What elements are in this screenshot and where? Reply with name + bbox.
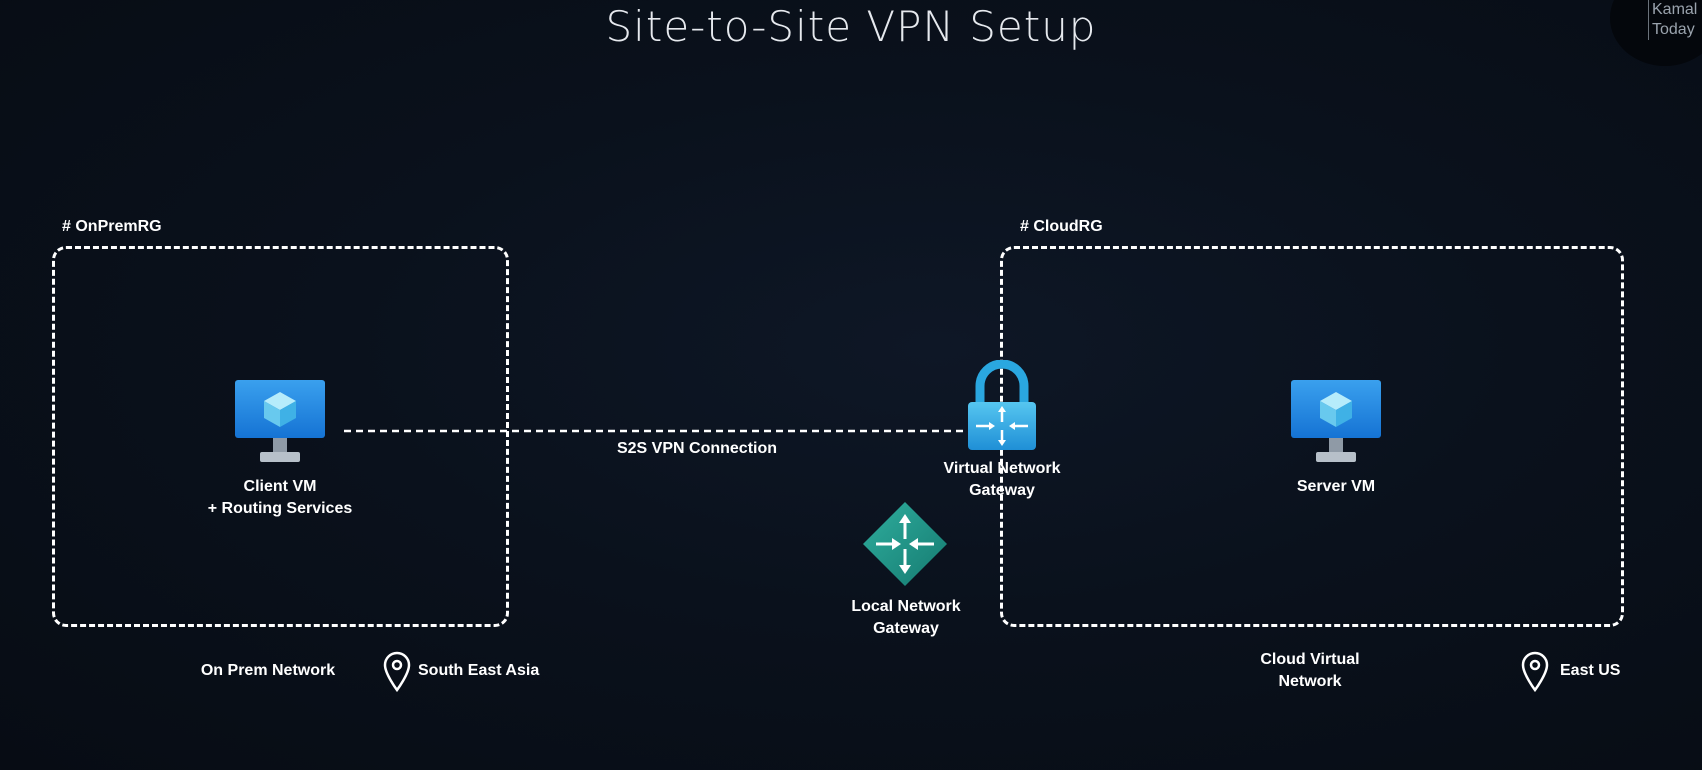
cloud-network-caption: Cloud Virtual Network xyxy=(1230,649,1390,693)
client-vm-icon xyxy=(235,380,325,462)
onprem-location-label: South East Asia xyxy=(418,662,540,679)
server-vm-icon xyxy=(1291,380,1381,462)
cloud-network-line2: Network xyxy=(1278,673,1342,690)
client-vm-sublabel: + Routing Services xyxy=(207,500,353,517)
vng-label-line2: Gateway xyxy=(969,482,1035,499)
cloud-network-line1: Cloud Virtual xyxy=(1260,651,1360,668)
lng-caption: Local Network Gateway xyxy=(826,596,986,640)
lng-label-line2: Gateway xyxy=(873,620,939,637)
cloud-location-label: East US xyxy=(1560,662,1621,679)
client-vm-caption: Client VM + Routing Services xyxy=(180,476,380,520)
vng-label-line1: Virtual Network xyxy=(943,460,1061,477)
cloud-map-pin-icon xyxy=(1521,651,1549,692)
lng-label-line1: Local Network xyxy=(851,598,961,615)
vng-lock-icon xyxy=(968,360,1036,450)
onprem-map-pin-icon xyxy=(383,651,411,692)
vng-caption: Virtual Network Gateway xyxy=(920,458,1084,502)
server-vm-caption: Server VM xyxy=(1236,476,1436,498)
onprem-network-label: On Prem Network xyxy=(200,662,336,679)
client-vm-label: Client VM xyxy=(243,478,317,495)
lng-diamond-icon xyxy=(863,502,947,586)
connection-label: S2S VPN Connection xyxy=(616,440,778,457)
server-vm-label: Server VM xyxy=(1296,478,1376,495)
